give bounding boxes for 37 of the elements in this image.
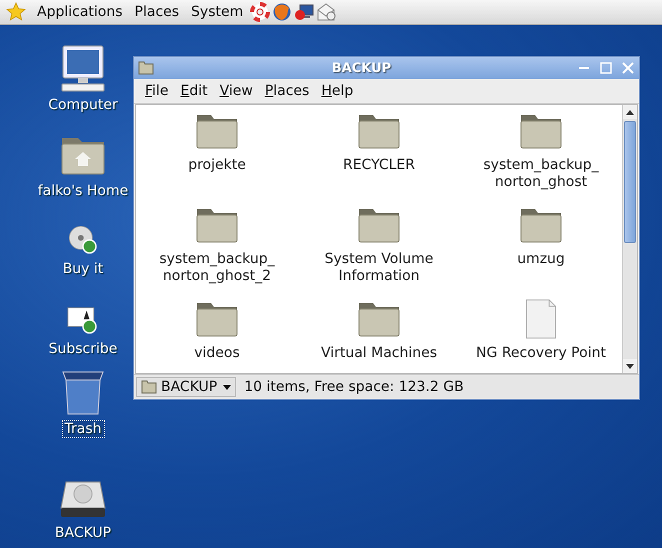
folder-icon [138, 61, 154, 75]
status-text: 10 items, Free space: 123.2 GB [244, 379, 464, 395]
desktop-icon-label[interactable]: Subscribe [46, 340, 120, 358]
folder-icon [141, 380, 157, 394]
scroll-up-button[interactable] [623, 105, 637, 119]
panel-menu[interactable]: System [186, 4, 248, 20]
file-name[interactable]: system_backup_ norton_ghost_2 [152, 251, 282, 285]
menu-item[interactable]: Edit [175, 82, 213, 100]
panel-menu[interactable]: Places [130, 4, 184, 20]
menu-item[interactable]: Help [316, 82, 358, 100]
desktop-icon-label[interactable]: Trash [62, 420, 104, 438]
desktop-icon-label[interactable]: falko's Home [34, 182, 132, 200]
file-name[interactable]: videos [152, 345, 282, 362]
menu-item[interactable]: File [140, 82, 174, 100]
monitor-icon[interactable] [294, 2, 314, 22]
file-name[interactable]: NG Recovery Point [476, 345, 606, 362]
globe-icon[interactable] [272, 2, 292, 22]
location-dropdown[interactable]: BACKUP [136, 377, 236, 397]
file-name[interactable]: Virtual Machines [314, 345, 444, 362]
window-title: BACKUP [330, 60, 392, 76]
star-icon[interactable] [6, 2, 26, 22]
desktop-icon-label[interactable]: BACKUP [52, 524, 114, 542]
menu-item[interactable]: Places [260, 82, 314, 100]
scroll-down-button[interactable] [623, 359, 637, 373]
menu-item[interactable]: View [214, 82, 258, 100]
desktop-icon-label[interactable]: Buy it [60, 260, 106, 278]
scrollbar[interactable] [622, 105, 637, 373]
file-name[interactable]: projekte [152, 157, 282, 174]
lifebuoy-icon[interactable] [250, 2, 270, 22]
file-name[interactable]: system_backup_ norton_ghost [476, 157, 606, 191]
file-name[interactable]: RECYCLER [314, 157, 444, 174]
file-name[interactable]: System Volume Information [314, 251, 444, 285]
file-name[interactable]: umzug [476, 251, 606, 268]
desktop-icon-label[interactable]: Computer [45, 96, 121, 114]
scrollbar-thumb[interactable] [624, 121, 636, 243]
panel-menu[interactable]: Applications [32, 4, 128, 20]
envelope-icon[interactable] [316, 2, 336, 22]
